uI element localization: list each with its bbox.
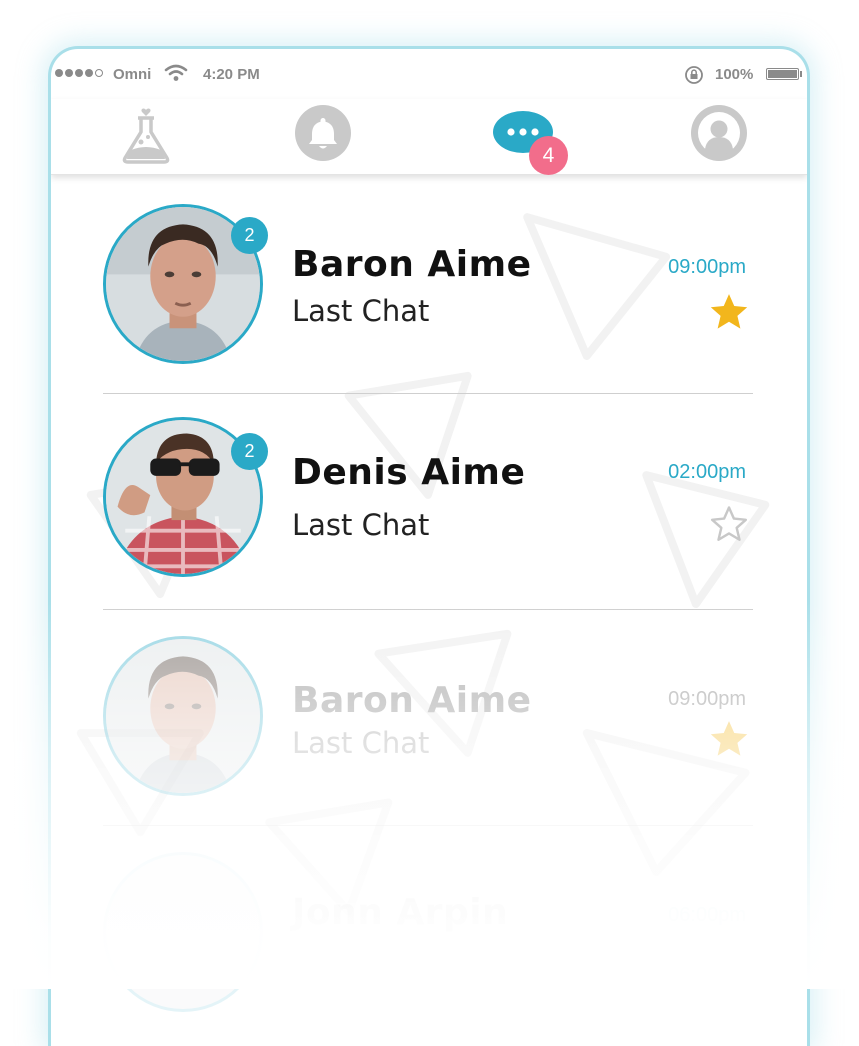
- list-divider: [103, 393, 753, 394]
- profile-icon[interactable]: [690, 104, 748, 162]
- message-time: 09:00pm: [668, 256, 746, 278]
- message-time: 09:00pm: [668, 688, 746, 710]
- star-filled-icon[interactable]: [708, 718, 750, 760]
- carrier-name: Omni: [113, 66, 152, 83]
- chat-list-item[interactable]: 2 Denis Aime Last Chat 02:00pm: [51, 415, 807, 615]
- status-bar: Omni 4:20 PM 100%: [51, 49, 807, 99]
- tab-bar: 4: [51, 99, 807, 175]
- unread-count-badge: 2: [231, 217, 268, 254]
- last-message: Last Chat: [292, 726, 430, 760]
- avatar: [103, 852, 263, 1012]
- chat-list-item[interactable]: 2 Baron Aime Last Chat 09:00pm: [51, 199, 807, 399]
- star-outline-icon[interactable]: [708, 503, 750, 545]
- avatar: [103, 636, 263, 796]
- list-divider: [103, 825, 753, 826]
- contact-name: Baron Aime: [292, 244, 532, 285]
- contact-name: Baron Aime: [292, 680, 532, 721]
- phone-frame: Omni 4:20 PM 100% 4 2 Baron Aime Last Ch…: [48, 46, 810, 1046]
- signal-strength-icon: [55, 69, 103, 77]
- contact-name: Denis Aime: [292, 452, 526, 493]
- battery-percentage: 100%: [715, 66, 754, 83]
- bell-icon[interactable]: [294, 104, 352, 162]
- battery-tip: [800, 71, 802, 77]
- list-divider: [103, 609, 753, 610]
- chat-list-item[interactable]: Baron Aime Last Chat 09:00pm: [51, 631, 807, 831]
- status-time: 4:20 PM: [203, 66, 260, 83]
- contact-name: Jonn Arpin: [292, 892, 509, 933]
- unread-count-badge: 2: [231, 433, 268, 470]
- wifi-icon: [164, 64, 188, 81]
- last-message: Last Chat: [292, 508, 430, 542]
- message-time: 06:00pm: [668, 904, 746, 926]
- message-time: 02:00pm: [668, 461, 746, 483]
- star-filled-icon[interactable]: [708, 291, 750, 333]
- chat-notification-badge: 4: [529, 136, 568, 175]
- rotation-lock-icon: [685, 66, 703, 84]
- flask-icon[interactable]: [117, 104, 175, 166]
- chat-list-item[interactable]: Jonn Arpin 06:00pm: [51, 847, 807, 1046]
- last-message: Last Chat: [292, 294, 430, 328]
- battery-icon: [766, 68, 799, 80]
